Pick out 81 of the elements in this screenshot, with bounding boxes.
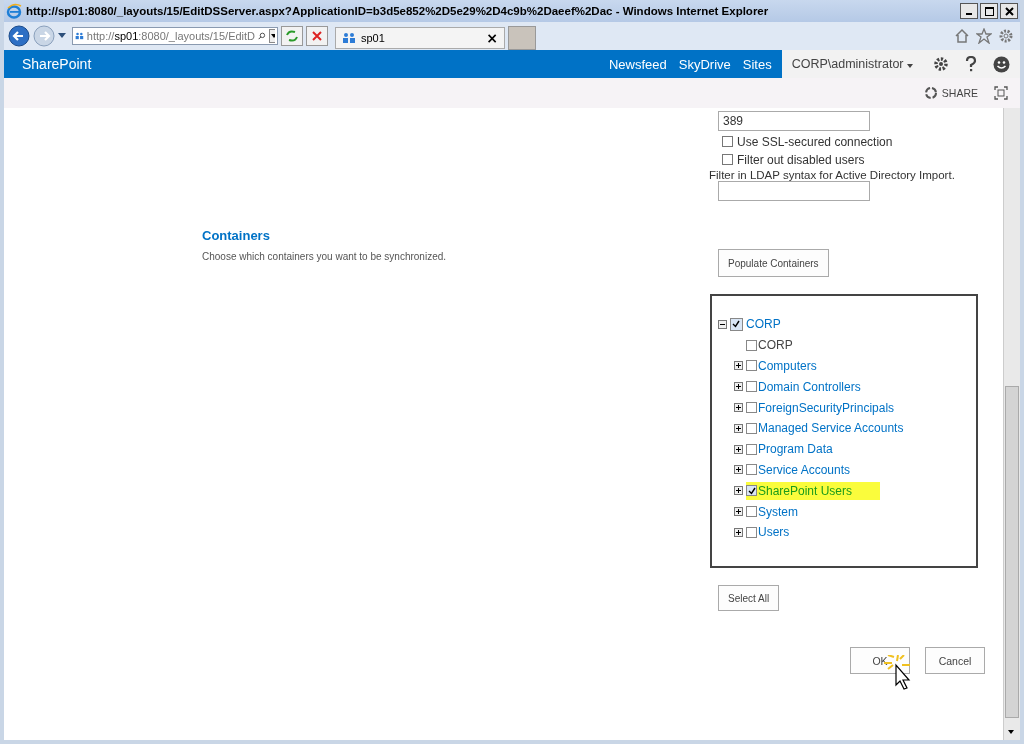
refresh-button[interactable] xyxy=(281,26,303,46)
help-icon[interactable] xyxy=(965,56,977,72)
expand-icon[interactable] xyxy=(734,403,743,413)
close-tab-button[interactable]: × xyxy=(486,30,498,46)
expand-icon[interactable] xyxy=(734,465,743,475)
tree-item[interactable]: CORP xyxy=(746,317,781,332)
expand-icon[interactable] xyxy=(734,486,743,496)
suite-link[interactable]: Sites xyxy=(742,56,772,72)
expand-icon[interactable] xyxy=(734,361,743,371)
cancel-button[interactable]: Cancel xyxy=(925,647,985,674)
suite-link[interactable]: SkyDrive xyxy=(678,56,731,72)
brand-name: SharePoint xyxy=(21,56,92,72)
populate-containers-button[interactable]: Populate Containers xyxy=(718,249,829,277)
checkbox[interactable] xyxy=(722,154,733,165)
dropdown-icon[interactable] xyxy=(58,33,66,39)
tree-checkbox[interactable] xyxy=(746,381,757,393)
search-icon[interactable] xyxy=(258,30,266,42)
tree-item-label[interactable]: Service Accounts xyxy=(758,462,851,477)
tree-checkbox[interactable] xyxy=(746,443,757,455)
tree-checkbox[interactable] xyxy=(746,526,757,538)
expand-icon[interactable] xyxy=(734,444,743,454)
browser-tab[interactable]: sp01 × xyxy=(335,27,505,49)
suite-link[interactable]: Newsfeed xyxy=(608,56,667,72)
tree-item-label[interactable]: System xyxy=(758,504,798,519)
expand-icon[interactable] xyxy=(734,527,743,537)
focus-icon[interactable] xyxy=(994,86,1008,100)
tree-checkbox[interactable] xyxy=(746,360,757,372)
star-icon[interactable] xyxy=(976,28,992,44)
expand-icon[interactable] xyxy=(734,423,743,433)
home-icon[interactable] xyxy=(954,28,970,44)
window-title: http://sp01:8080/_layouts/15/EditDSServer.aspx?ApplicationID=b3d5e852%2D5e29%2D4c9b%2Daeef%2Dac - Windows Internet Explorer xyxy=(26,5,769,17)
field-label: Filter in LDAP syntax for Active Directory Import. xyxy=(709,169,955,181)
site-icon xyxy=(75,30,84,42)
share-icon xyxy=(923,86,938,100)
close-icon xyxy=(1004,6,1014,16)
share-button[interactable]: SHARE xyxy=(923,86,978,100)
minimize-icon xyxy=(966,12,972,15)
tree-item-label[interactable]: Domain Controllers xyxy=(758,379,861,394)
minimize-button[interactable] xyxy=(960,3,978,19)
site-icon xyxy=(342,32,356,44)
browser-logo-icon xyxy=(6,3,22,19)
checkbox[interactable] xyxy=(722,136,733,147)
section-description: Choose which containers you want to be synchronized. xyxy=(202,251,448,262)
expand-icon[interactable] xyxy=(734,507,743,517)
maximize-button[interactable] xyxy=(980,3,998,19)
tree-item-label[interactable]: Users xyxy=(758,525,790,540)
collapse-icon[interactable] xyxy=(718,319,727,329)
settings-icon[interactable] xyxy=(933,56,949,72)
address-field[interactable]: http://sp01:8080/_layouts/15/EditD xyxy=(72,27,278,45)
checkbox-label: Filter out disabled users xyxy=(737,152,865,167)
maximize-icon xyxy=(984,6,994,16)
back-icon[interactable] xyxy=(8,25,30,47)
smiley-icon[interactable] xyxy=(993,55,1010,73)
tree-item-label[interactable]: Program Data xyxy=(758,442,833,457)
dropdown-icon[interactable] xyxy=(268,29,275,43)
caret-icon xyxy=(907,64,913,68)
tree-item-label[interactable]: ForeignSecurityPrincipals xyxy=(758,400,895,415)
tree-checkbox[interactable] xyxy=(730,317,743,331)
stop-icon xyxy=(311,30,323,42)
tree-item-label[interactable]: Managed Service Accounts xyxy=(758,421,904,436)
tree-checkbox[interactable] xyxy=(746,339,757,351)
tree-item-label[interactable]: Computers xyxy=(758,359,817,373)
tree-checkbox[interactable] xyxy=(746,464,757,476)
tree-item-label[interactable]: SharePoint Users xyxy=(758,483,853,498)
filter-field[interactable] xyxy=(718,181,870,201)
scrollbar[interactable] xyxy=(1003,108,1020,740)
checkbox-label: Use SSL-secured connection xyxy=(737,134,893,149)
tab-title: sp01 xyxy=(361,32,386,44)
tree-checkbox[interactable] xyxy=(746,506,757,518)
section-title: Containers xyxy=(202,228,271,243)
tree-checkbox[interactable] xyxy=(746,402,757,414)
expand-icon[interactable] xyxy=(734,382,743,392)
tree-checkbox[interactable] xyxy=(746,422,757,434)
tree-checkbox[interactable] xyxy=(746,485,757,497)
close-button[interactable] xyxy=(1000,3,1018,19)
settings-icon[interactable] xyxy=(998,28,1014,44)
tree-item-label[interactable]: CORP xyxy=(758,338,793,353)
refresh-icon xyxy=(285,29,299,43)
stop-button[interactable] xyxy=(306,26,328,46)
select-all-button[interactable]: Select All xyxy=(718,585,780,611)
port-field[interactable]: 389 xyxy=(718,111,870,131)
